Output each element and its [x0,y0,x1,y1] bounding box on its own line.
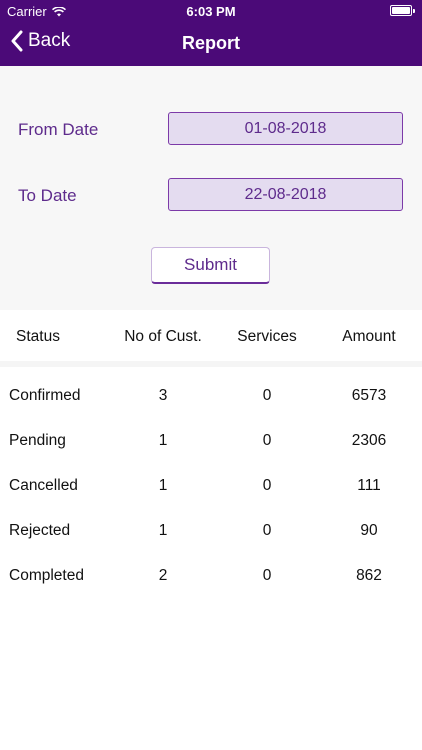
customers-cell: 3 [158,387,168,404]
column-header-customers: No of Cust. [124,328,202,345]
services-cell: 0 [262,432,272,449]
submit-button[interactable]: Submit [151,247,270,284]
page-title: Report [182,33,240,53]
column-header-services: Services [237,328,297,345]
battery-icon [390,5,415,16]
table-header: Status No of Cust. Services Amount [0,310,422,367]
services-cell: 0 [262,387,272,404]
table-row: Completed 2 0 862 [0,553,422,598]
table-row: Confirmed 3 0 6573 [0,373,422,418]
from-date-field[interactable]: 01-08-2018 [168,112,403,145]
column-header-status: Status [16,328,60,345]
customers-cell: 1 [158,432,168,449]
status-bar: Carrier 6:03 PM [0,0,422,22]
status-cell: Cancelled [9,477,78,494]
clock: 6:03 PM [186,4,236,19]
table-row: Pending 1 0 2306 [0,418,422,463]
date-filter-form: From Date 01-08-2018 To Date 22-08-2018 … [0,66,422,310]
status-cell: Completed [9,567,84,584]
to-date-field[interactable]: 22-08-2018 [168,178,403,211]
amount-cell: 6573 [351,387,387,404]
customers-cell: 2 [158,567,168,584]
status-cell: Confirmed [9,387,81,404]
table-row: Cancelled 1 0 111 [0,463,422,508]
to-date-label: To Date [18,186,77,205]
column-header-amount: Amount [342,328,396,345]
status-cell: Pending [9,432,66,449]
status-cell: Rejected [9,522,71,539]
customers-cell: 1 [158,477,168,494]
from-date-label: From Date [18,120,99,139]
report-table-body: Confirmed 3 0 6573 Pending 1 0 2306 Canc… [0,373,422,598]
amount-cell: 2306 [351,432,387,449]
amount-cell: 90 [360,522,378,539]
amount-cell: 111 [357,477,381,494]
services-cell: 0 [262,477,272,494]
amount-cell: 862 [356,567,382,584]
services-cell: 0 [262,567,272,584]
table-row: Rejected 1 0 90 [0,508,422,553]
customers-cell: 1 [158,522,168,539]
nav-bar: Carrier 6:03 PM Back Report [0,0,422,66]
services-cell: 0 [262,522,272,539]
